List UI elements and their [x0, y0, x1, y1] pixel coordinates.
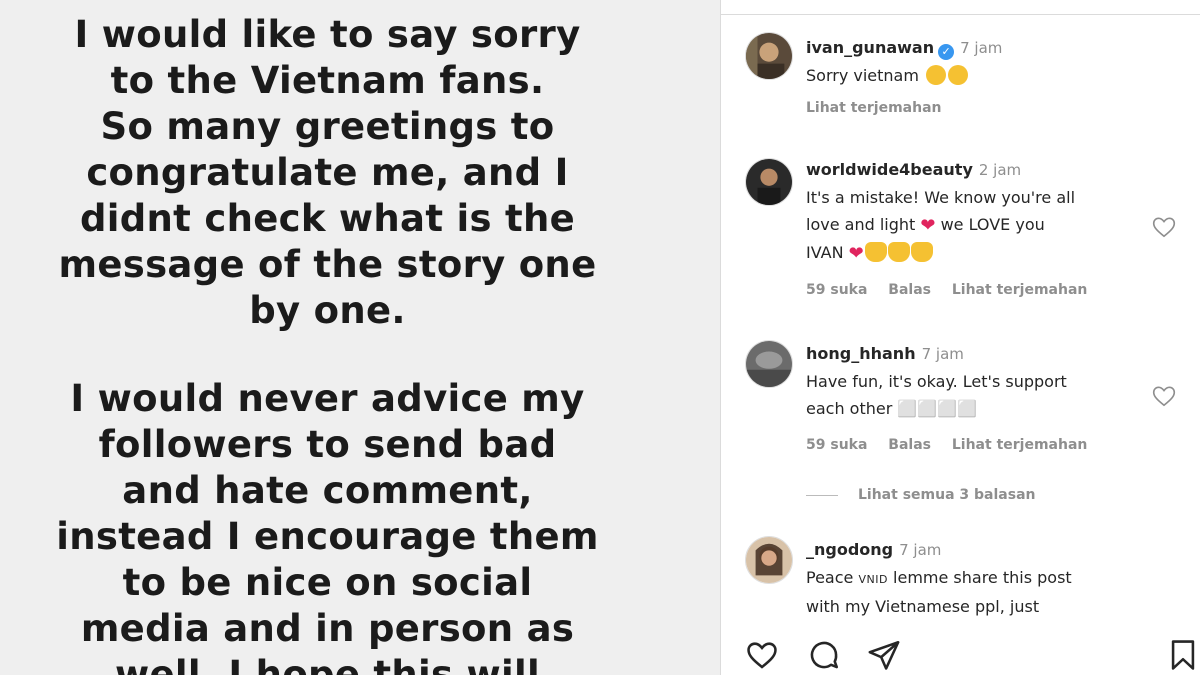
comment-header: hong_hhanh 7 jam — [806, 340, 1136, 368]
comment-time[interactable]: 7 jam — [960, 39, 1002, 57]
reply-link[interactable]: Balas — [888, 282, 931, 298]
see-translation-link[interactable]: Lihat terjemahan — [806, 100, 942, 116]
replies-dash — [806, 494, 838, 496]
story-line: to be nice on social — [122, 561, 533, 604]
comment-header: _ngodong 7 jam — [806, 536, 1136, 564]
story-line: I would like to say sorry — [74, 13, 581, 56]
comment-text: Sorry vietnam — [806, 62, 1136, 89]
comment-text-line: It's a mistake! We know you're all — [806, 188, 1076, 207]
avatar[interactable] — [745, 340, 793, 388]
see-translation-link[interactable]: Lihat terjemahan — [952, 437, 1088, 453]
comment-header: worldwide4beauty 2 jam — [806, 156, 1136, 184]
red-heart-emoji-icon: ❤ — [848, 243, 864, 264]
comment-text-line: Peace — [806, 568, 854, 587]
comment-text: Have fun, it's okay. Let's support each … — [806, 368, 1136, 422]
story-line: instead I encourage them — [56, 515, 599, 558]
sad-face-emoji-icon — [926, 65, 947, 85]
heart-icon[interactable] — [1151, 383, 1177, 409]
comments-panel[interactable]: ivan_gunawan ✓ 7 jam Sorry vietnam Lihat t… — [721, 0, 1200, 675]
crying-face-emoji-icon — [910, 242, 933, 262]
comment-time[interactable]: 7 jam — [922, 345, 964, 363]
comment-text-line: Have fun, it's okay. Let's support — [806, 372, 1067, 391]
comment-body: ivan_gunawan ✓ 7 jam Sorry vietnam Lihat t… — [806, 34, 1136, 122]
comment-username[interactable]: _ngodong — [806, 540, 893, 559]
story-line: media and in person as — [80, 607, 575, 650]
comment-text-line: love and light — [806, 215, 916, 234]
avatar[interactable] — [745, 32, 793, 80]
story-paragraph-2: I would never advice my followers to sen… — [0, 376, 655, 675]
sad-face-emoji-icon — [948, 65, 969, 85]
avatar[interactable] — [745, 158, 793, 206]
avatar[interactable] — [745, 536, 793, 584]
comment-username[interactable]: hong_hhanh — [806, 344, 916, 363]
comment-header: ivan_gunawan ✓ 7 jam — [806, 34, 1136, 62]
crying-face-emoji-icon — [887, 242, 910, 262]
comment-text: Peace VNID lemme share this post with my… — [806, 564, 1136, 620]
comment-text-line: lemme share this post — [893, 568, 1072, 587]
comment-meta: 59 suka Balas Lihat terjemahan — [806, 432, 1136, 459]
view-replies-link[interactable]: Lihat semua 3 balasan — [806, 487, 1035, 503]
view-replies-label: Lihat semua 3 balasan — [858, 487, 1036, 503]
story-image: I would like to say sorry to the Vietnam… — [0, 0, 720, 675]
comment-text-line: with my Vietnamese ppl, just — [806, 597, 1040, 616]
comment-text: It's a mistake! We know you're all love … — [806, 184, 1136, 267]
story-line: followers to send bad — [98, 423, 557, 466]
vnid-tag: VNID — [858, 573, 888, 586]
story-line: by one. — [249, 289, 406, 332]
comment-username[interactable]: worldwide4beauty — [806, 160, 973, 179]
comment-icon[interactable] — [807, 638, 841, 672]
crying-face-emoji-icon — [864, 242, 887, 262]
heart-icon[interactable] — [1151, 214, 1177, 240]
story-paragraph-1: I would like to say sorry to the Vietnam… — [0, 12, 655, 334]
heart-icon[interactable] — [745, 638, 779, 672]
verified-badge-icon: ✓ — [938, 44, 955, 60]
action-bar — [721, 635, 1200, 675]
comment-meta: Lihat terjemahan — [806, 95, 1136, 122]
comment-body: hong_hhanh 7 jam Have fun, it's okay. Let… — [806, 340, 1136, 459]
comment-body: _ngodong 7 jam Peace VNID lemme share thi… — [806, 536, 1136, 620]
bookmark-icon[interactable] — [1166, 638, 1200, 672]
like-count[interactable]: 59 suka — [806, 282, 867, 298]
share-icon[interactable] — [867, 638, 901, 672]
comment-username[interactable]: ivan_gunawan — [806, 38, 934, 57]
comment-meta: 59 suka Balas Lihat terjemahan — [806, 277, 1136, 304]
comment-time[interactable]: 2 jam — [979, 161, 1021, 179]
see-translation-link[interactable]: Lihat terjemahan — [952, 282, 1088, 298]
story-line: So many greetings to — [100, 105, 555, 148]
comment-text-line: each other ⬜⬜⬜⬜ — [806, 399, 978, 418]
story-line: well. I hope this will — [115, 653, 540, 675]
story-line: and hate comment, — [122, 469, 533, 512]
story-line: message of the story one — [58, 243, 597, 286]
comment-text-line: IVAN — [806, 243, 844, 262]
comment-text-line: we LOVE you — [940, 215, 1045, 234]
comment-time[interactable]: 7 jam — [899, 541, 941, 559]
story-line: congratulate me, and I — [86, 151, 569, 194]
story-line: I would never advice my — [70, 377, 585, 420]
comment-body: worldwide4beauty 2 jam It's a mistake! We… — [806, 156, 1136, 304]
reply-link[interactable]: Balas — [888, 437, 931, 453]
red-heart-emoji-icon: ❤ — [920, 215, 936, 236]
header-divider — [721, 14, 1200, 15]
comment-text-content: Sorry vietnam — [806, 66, 919, 85]
story-line: to the Vietnam fans. — [110, 59, 545, 102]
like-count[interactable]: 59 suka — [806, 437, 867, 453]
story-line: didnt check what is the — [79, 197, 576, 240]
